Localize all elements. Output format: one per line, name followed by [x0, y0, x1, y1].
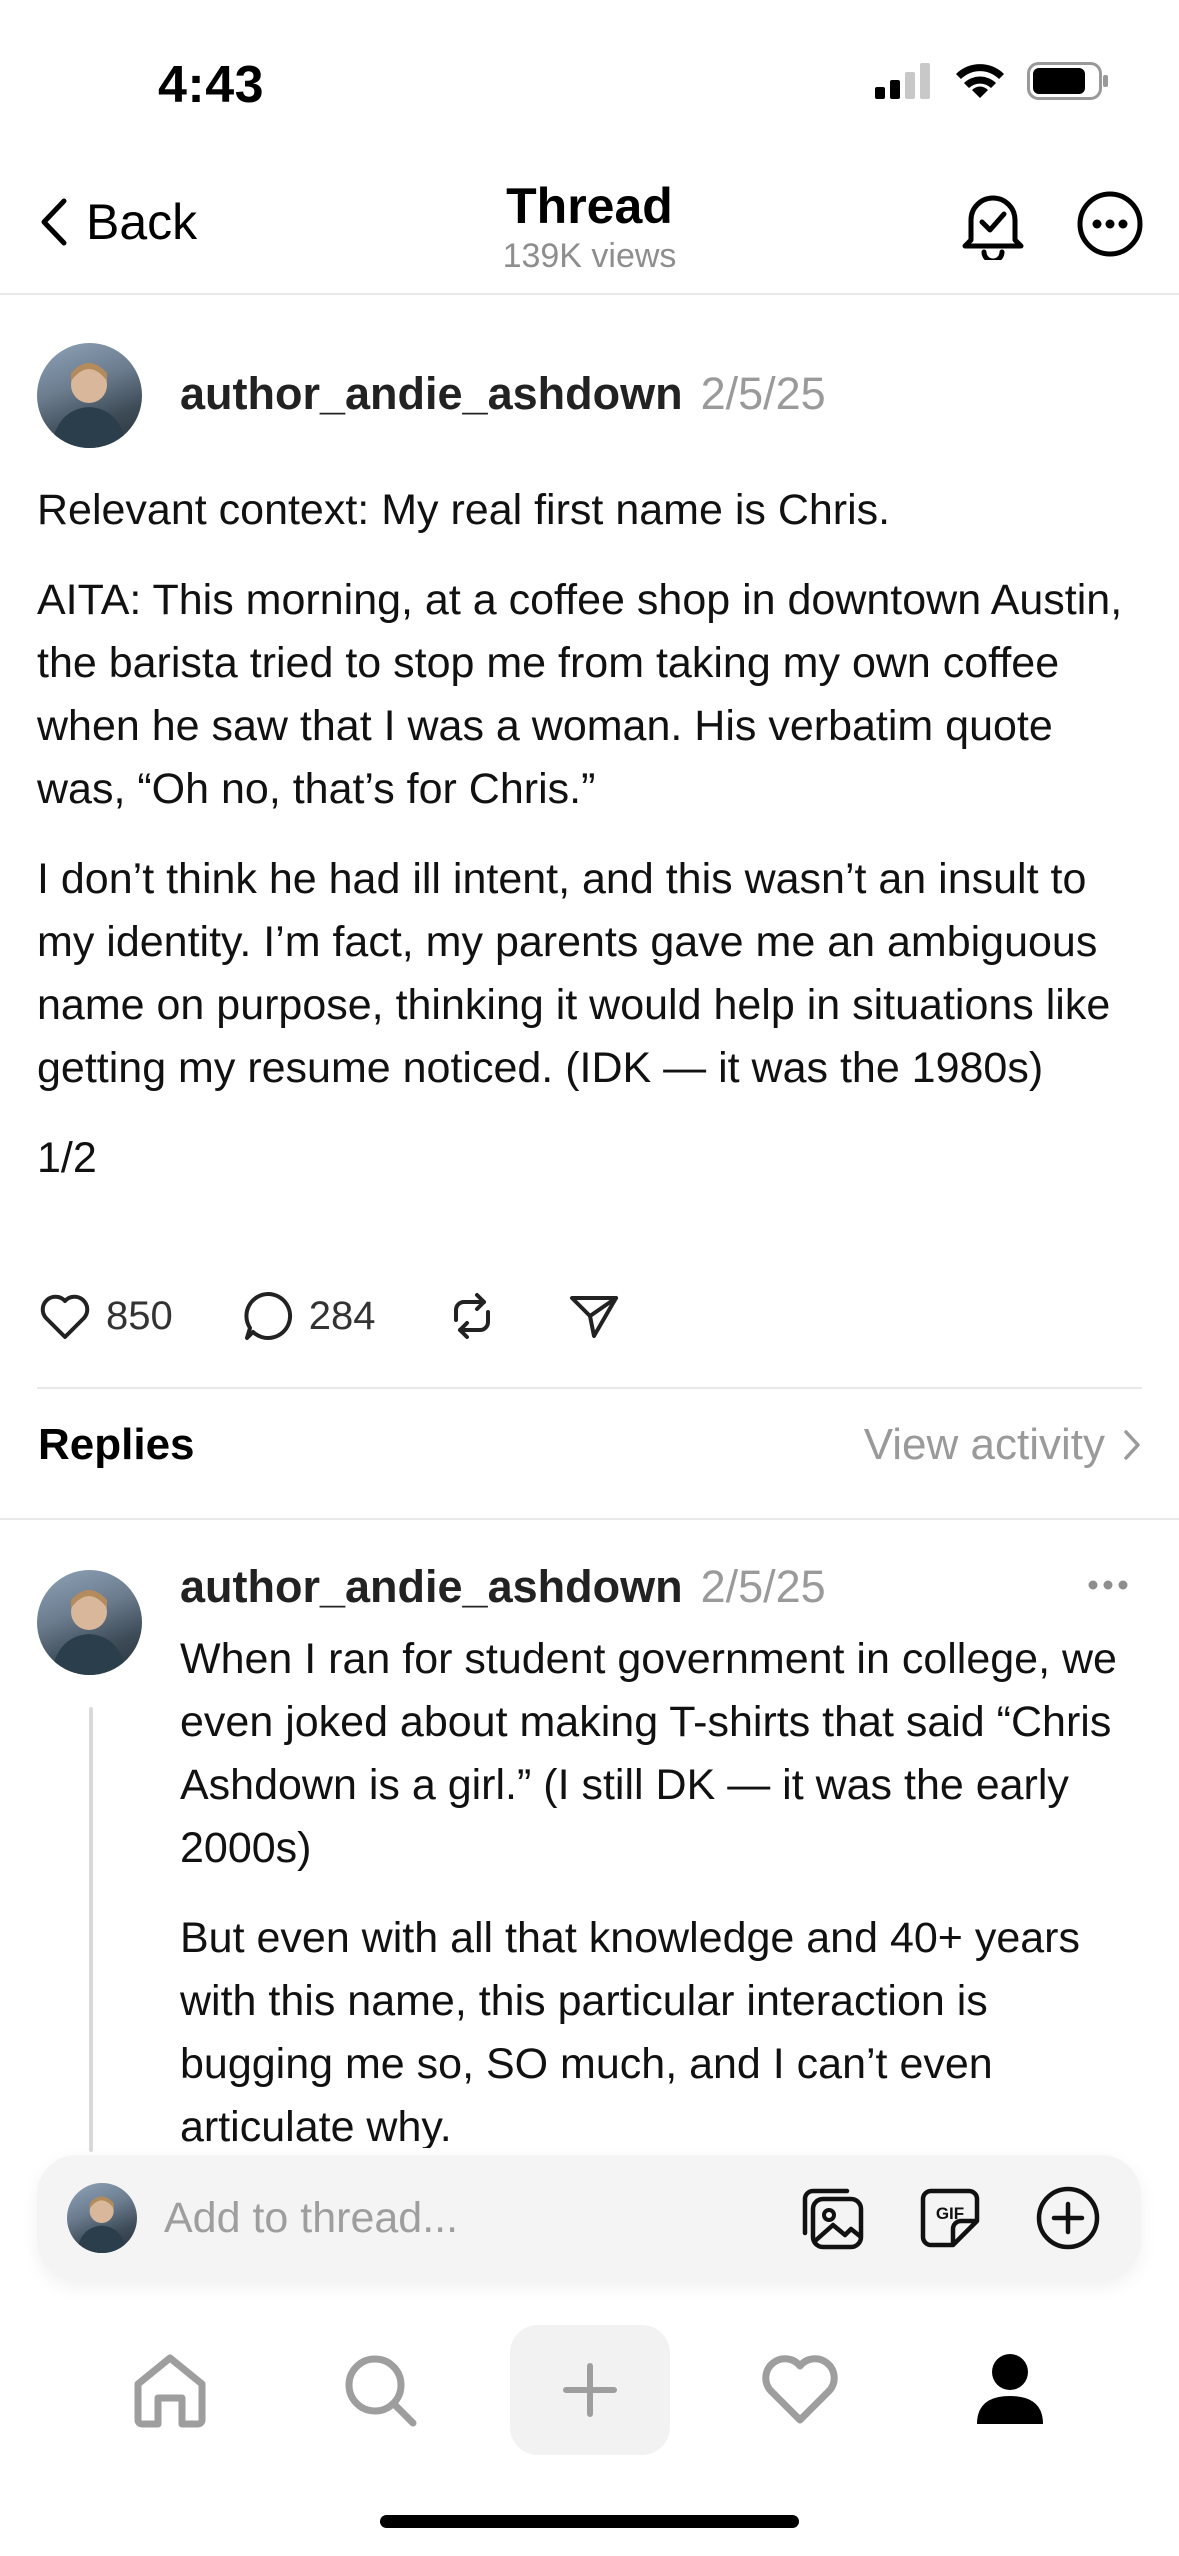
post-header: author_andie_ashdown 2/5/25 [180, 368, 826, 420]
avatar[interactable] [37, 343, 142, 448]
create-icon [563, 2363, 617, 2417]
post-actions: 850 284 [38, 1290, 690, 1342]
status-icons [875, 62, 1109, 100]
search-icon [345, 2355, 417, 2427]
cellular-signal-icon [875, 63, 930, 99]
avatar-image [51, 363, 127, 448]
send-icon [569, 1296, 618, 1338]
post-date: 2/5/25 [700, 368, 826, 419]
replies-divider [0, 1518, 1179, 1520]
replies-header: Replies View activity [38, 1420, 1141, 1470]
post-paragraph: I don’t think he had ill intent, and thi… [37, 855, 1111, 1092]
reply-date: 2/5/25 [700, 1561, 826, 1612]
thread-composer: GIF [37, 2155, 1141, 2281]
wifi-icon [956, 64, 1004, 98]
view-activity-label: View activity [863, 1420, 1105, 1469]
post-paragraph: 1/2 [37, 1134, 97, 1182]
home-indicator [380, 2515, 799, 2528]
repost-icon [453, 1293, 490, 1339]
comment-count: 284 [308, 1293, 376, 1338]
view-activity-link[interactable]: View activity [864, 1420, 1141, 1470]
tab-activity[interactable] [735, 2325, 865, 2455]
reply-body: When I ran for student government in col… [180, 1628, 1150, 2148]
tab-bar [0, 2325, 1179, 2455]
home-icon [134, 2354, 206, 2428]
tab-profile[interactable] [945, 2325, 1075, 2455]
tab-search[interactable] [315, 2325, 445, 2455]
reply-header: author_andie_ashdown 2/5/25 [180, 1561, 826, 1613]
share-button[interactable] [568, 1290, 620, 1342]
actions-divider [37, 1387, 1142, 1389]
post-author[interactable]: author_andie_ashdown [180, 368, 683, 419]
composer-icons: GIF [799, 2185, 1101, 2251]
status-time: 4:43 [158, 56, 265, 114]
comment-icon [244, 1291, 292, 1340]
heart-icon [40, 1294, 90, 1339]
avatar-image [76, 2196, 127, 2253]
profile-icon [977, 2354, 1043, 2424]
gif-icon[interactable]: GIF [917, 2185, 983, 2251]
composer-input[interactable] [162, 2192, 766, 2244]
activity-icon [762, 2355, 838, 2424]
comment-button[interactable]: 284 [243, 1290, 376, 1342]
post-body: Relevant context: My real first name is … [37, 479, 1147, 1217]
svg-text:GIF: GIF [936, 2204, 964, 2223]
reply-paragraph: But even with all that knowledge and 40+… [180, 1914, 1080, 2148]
repost-button[interactable] [446, 1290, 498, 1342]
reply-author[interactable]: author_andie_ashdown [180, 1561, 683, 1612]
add-icon[interactable] [1035, 2185, 1101, 2251]
reply-paragraph: When I ran for student government in col… [180, 1635, 1117, 1872]
replies-label: Replies [38, 1420, 195, 1469]
like-count: 850 [106, 1293, 173, 1338]
image-gallery-icon[interactable] [799, 2185, 865, 2251]
reply-more-icon[interactable] [1086, 1578, 1130, 1592]
avatar[interactable] [37, 1570, 142, 1675]
tab-create[interactable] [510, 2325, 670, 2455]
header-divider [0, 293, 1179, 295]
more-options-icon[interactable] [1076, 190, 1144, 258]
post-paragraph: AITA: This morning, at a coffee shop in … [37, 576, 1123, 813]
thread-connector-line [89, 1707, 93, 2152]
header-actions [960, 190, 1144, 260]
like-button[interactable]: 850 [38, 1291, 173, 1341]
tab-home[interactable] [105, 2325, 235, 2455]
battery-icon [1027, 62, 1108, 100]
notification-bell-icon[interactable] [960, 190, 1026, 260]
avatar-image [51, 1590, 127, 1675]
avatar [67, 2183, 137, 2253]
post-paragraph: Relevant context: My real first name is … [37, 486, 891, 534]
chevron-right-icon [1124, 1430, 1140, 1460]
